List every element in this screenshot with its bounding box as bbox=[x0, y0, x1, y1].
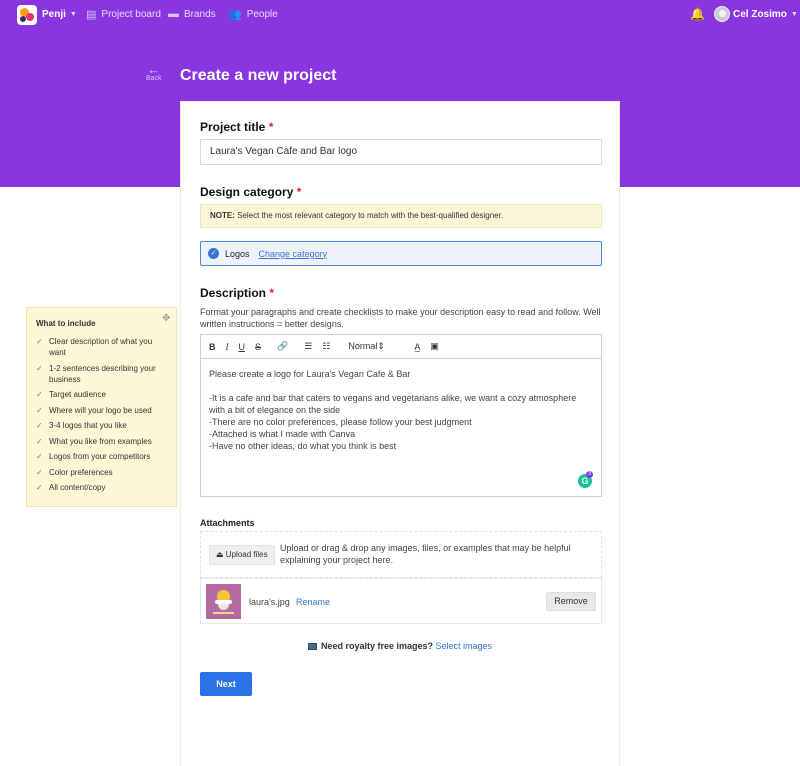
selected-category: ✓ Logos Change category bbox=[200, 241, 602, 266]
project-form-card: Project title * Laura's Vegan Cafe and B… bbox=[180, 101, 620, 766]
tips-list: ✓ Clear description of what you want ✓ 1-2… bbox=[36, 336, 171, 498]
list-item: ✓ 1-2 sentences describing your business bbox=[36, 363, 156, 384]
check-icon: ✓ bbox=[36, 421, 43, 430]
description-help: Format your paragraphs and create checkl… bbox=[200, 307, 601, 329]
rename-link[interactable]: Rename bbox=[296, 597, 330, 607]
underline-button[interactable]: U bbox=[239, 342, 246, 352]
project-title-label: Project title * bbox=[200, 120, 274, 134]
check-icon: ✓ bbox=[36, 390, 43, 399]
grammarly-count: 3 bbox=[586, 471, 593, 478]
check-icon: ✓ bbox=[36, 452, 43, 461]
check-icon: ✓ bbox=[36, 363, 43, 373]
image-icon bbox=[307, 643, 317, 650]
ordered-list-icon[interactable]: ☰ bbox=[304, 341, 312, 352]
chevron-down-icon: ▼ bbox=[790, 11, 798, 18]
clipboard-icon: ▤ bbox=[86, 9, 97, 21]
change-category-link[interactable]: Change category bbox=[259, 249, 328, 259]
tips-title: What to include bbox=[36, 319, 96, 328]
top-nav: Penji ▼ ▤ Project board ▬ Brands 👥 People 🔔 … bbox=[0, 0, 800, 28]
brand-name: Penji bbox=[42, 9, 66, 20]
arrow-left-icon: ← bbox=[147, 62, 161, 77]
upload-icon: ⏏ bbox=[216, 550, 224, 559]
attachment-row: laura's.jpg Rename Remove bbox=[200, 578, 602, 624]
editor-toolbar: B I U S 🔗 ☰ ☷ Normal⇕ A̲ ▣ bbox=[201, 335, 601, 359]
attachments-label: Attachments bbox=[200, 518, 255, 528]
attachment-filename: laura's.jpg bbox=[249, 597, 290, 607]
bold-button[interactable]: B bbox=[209, 342, 216, 352]
category-name: Logos bbox=[225, 248, 250, 259]
chevron-down-icon: ▼ bbox=[69, 11, 77, 18]
attachment-thumbnail[interactable] bbox=[206, 584, 241, 619]
brand-switcher[interactable]: Penji ▼ bbox=[42, 9, 77, 20]
upload-help: Upload or drag & drop any images, files,… bbox=[280, 543, 571, 565]
tips-panel: What to include ✥ ✓ Clear description of … bbox=[26, 307, 177, 507]
check-icon: ✓ bbox=[36, 436, 43, 446]
nav-project-board[interactable]: ▤ Project board bbox=[86, 8, 161, 21]
nav-brands[interactable]: ▬ Brands bbox=[168, 8, 216, 20]
folder-icon: ▬ bbox=[168, 8, 179, 20]
list-item: ✓ Color preferences bbox=[36, 467, 113, 477]
nav-label: Brands bbox=[184, 8, 216, 20]
upload-files-button[interactable]: ⏏ Upload files bbox=[209, 545, 275, 565]
page-title: Create a new project bbox=[180, 67, 337, 84]
design-category-label: Design category * bbox=[200, 185, 302, 199]
category-note: NOTE: Select the most relevant category … bbox=[200, 204, 602, 228]
back-button[interactable]: ← Back bbox=[146, 62, 162, 82]
description-editor[interactable]: B I U S 🔗 ☰ ☷ Normal⇕ A̲ ▣ Please create… bbox=[200, 334, 602, 497]
description-label: Description * bbox=[200, 286, 275, 300]
list-item: ✓ 3-4 logos that you like bbox=[36, 421, 127, 430]
royalty-free-prompt: Need royalty free images? Select images bbox=[181, 641, 619, 651]
avatar[interactable] bbox=[714, 6, 730, 22]
list-item: ✓ All content/copy bbox=[36, 483, 106, 492]
text-color-icon[interactable]: A̲ bbox=[414, 342, 420, 352]
list-item: ✓ Target audience bbox=[36, 390, 106, 399]
check-icon: ✓ bbox=[36, 467, 43, 477]
upload-dropzone[interactable]: ⏏ Upload files Upload or drag & drop any… bbox=[200, 531, 602, 578]
list-item: ✓ Where will your logo be used bbox=[36, 405, 152, 415]
description-text[interactable]: Please create a logo for Laura's Vegan C… bbox=[201, 359, 601, 461]
bell-icon[interactable]: 🔔 bbox=[690, 7, 705, 21]
list-item: ✓ Logos from your competitors bbox=[36, 452, 151, 461]
back-label: Back bbox=[146, 75, 162, 82]
italic-button[interactable]: I bbox=[226, 342, 229, 352]
link-icon[interactable]: 🔗 bbox=[277, 341, 288, 352]
check-icon: ✓ bbox=[36, 483, 43, 492]
strikethrough-button[interactable]: S bbox=[255, 342, 261, 352]
nav-label: Project board bbox=[101, 9, 161, 20]
check-icon: ✓ bbox=[36, 337, 43, 346]
bullet-list-icon[interactable]: ☷ bbox=[322, 341, 330, 352]
nav-label: People bbox=[246, 9, 278, 20]
remove-button[interactable]: Remove bbox=[546, 592, 596, 611]
people-icon: 👥 bbox=[228, 9, 242, 21]
list-item: ✓ What you like from examples bbox=[36, 436, 152, 446]
select-images-link[interactable]: Select images bbox=[436, 641, 493, 651]
format-select[interactable]: Normal⇕ bbox=[348, 341, 398, 352]
project-title-input[interactable]: Laura's Vegan Cafe and Bar logo bbox=[200, 139, 602, 165]
nav-people[interactable]: 👥 People bbox=[228, 8, 278, 21]
user-name: Cel Zosimo bbox=[733, 9, 787, 20]
check-icon: ✓ bbox=[36, 405, 43, 415]
list-item: ✓ Clear description of what you want bbox=[36, 337, 153, 357]
move-icon[interactable]: ✥ bbox=[162, 313, 170, 324]
user-menu[interactable]: Cel Zosimo ▼ bbox=[733, 9, 798, 20]
check-circle-icon: ✓ bbox=[208, 248, 219, 259]
penji-logo-icon[interactable] bbox=[17, 5, 37, 25]
highlight-icon[interactable]: ▣ bbox=[430, 341, 439, 352]
next-button[interactable]: Next bbox=[200, 672, 252, 696]
